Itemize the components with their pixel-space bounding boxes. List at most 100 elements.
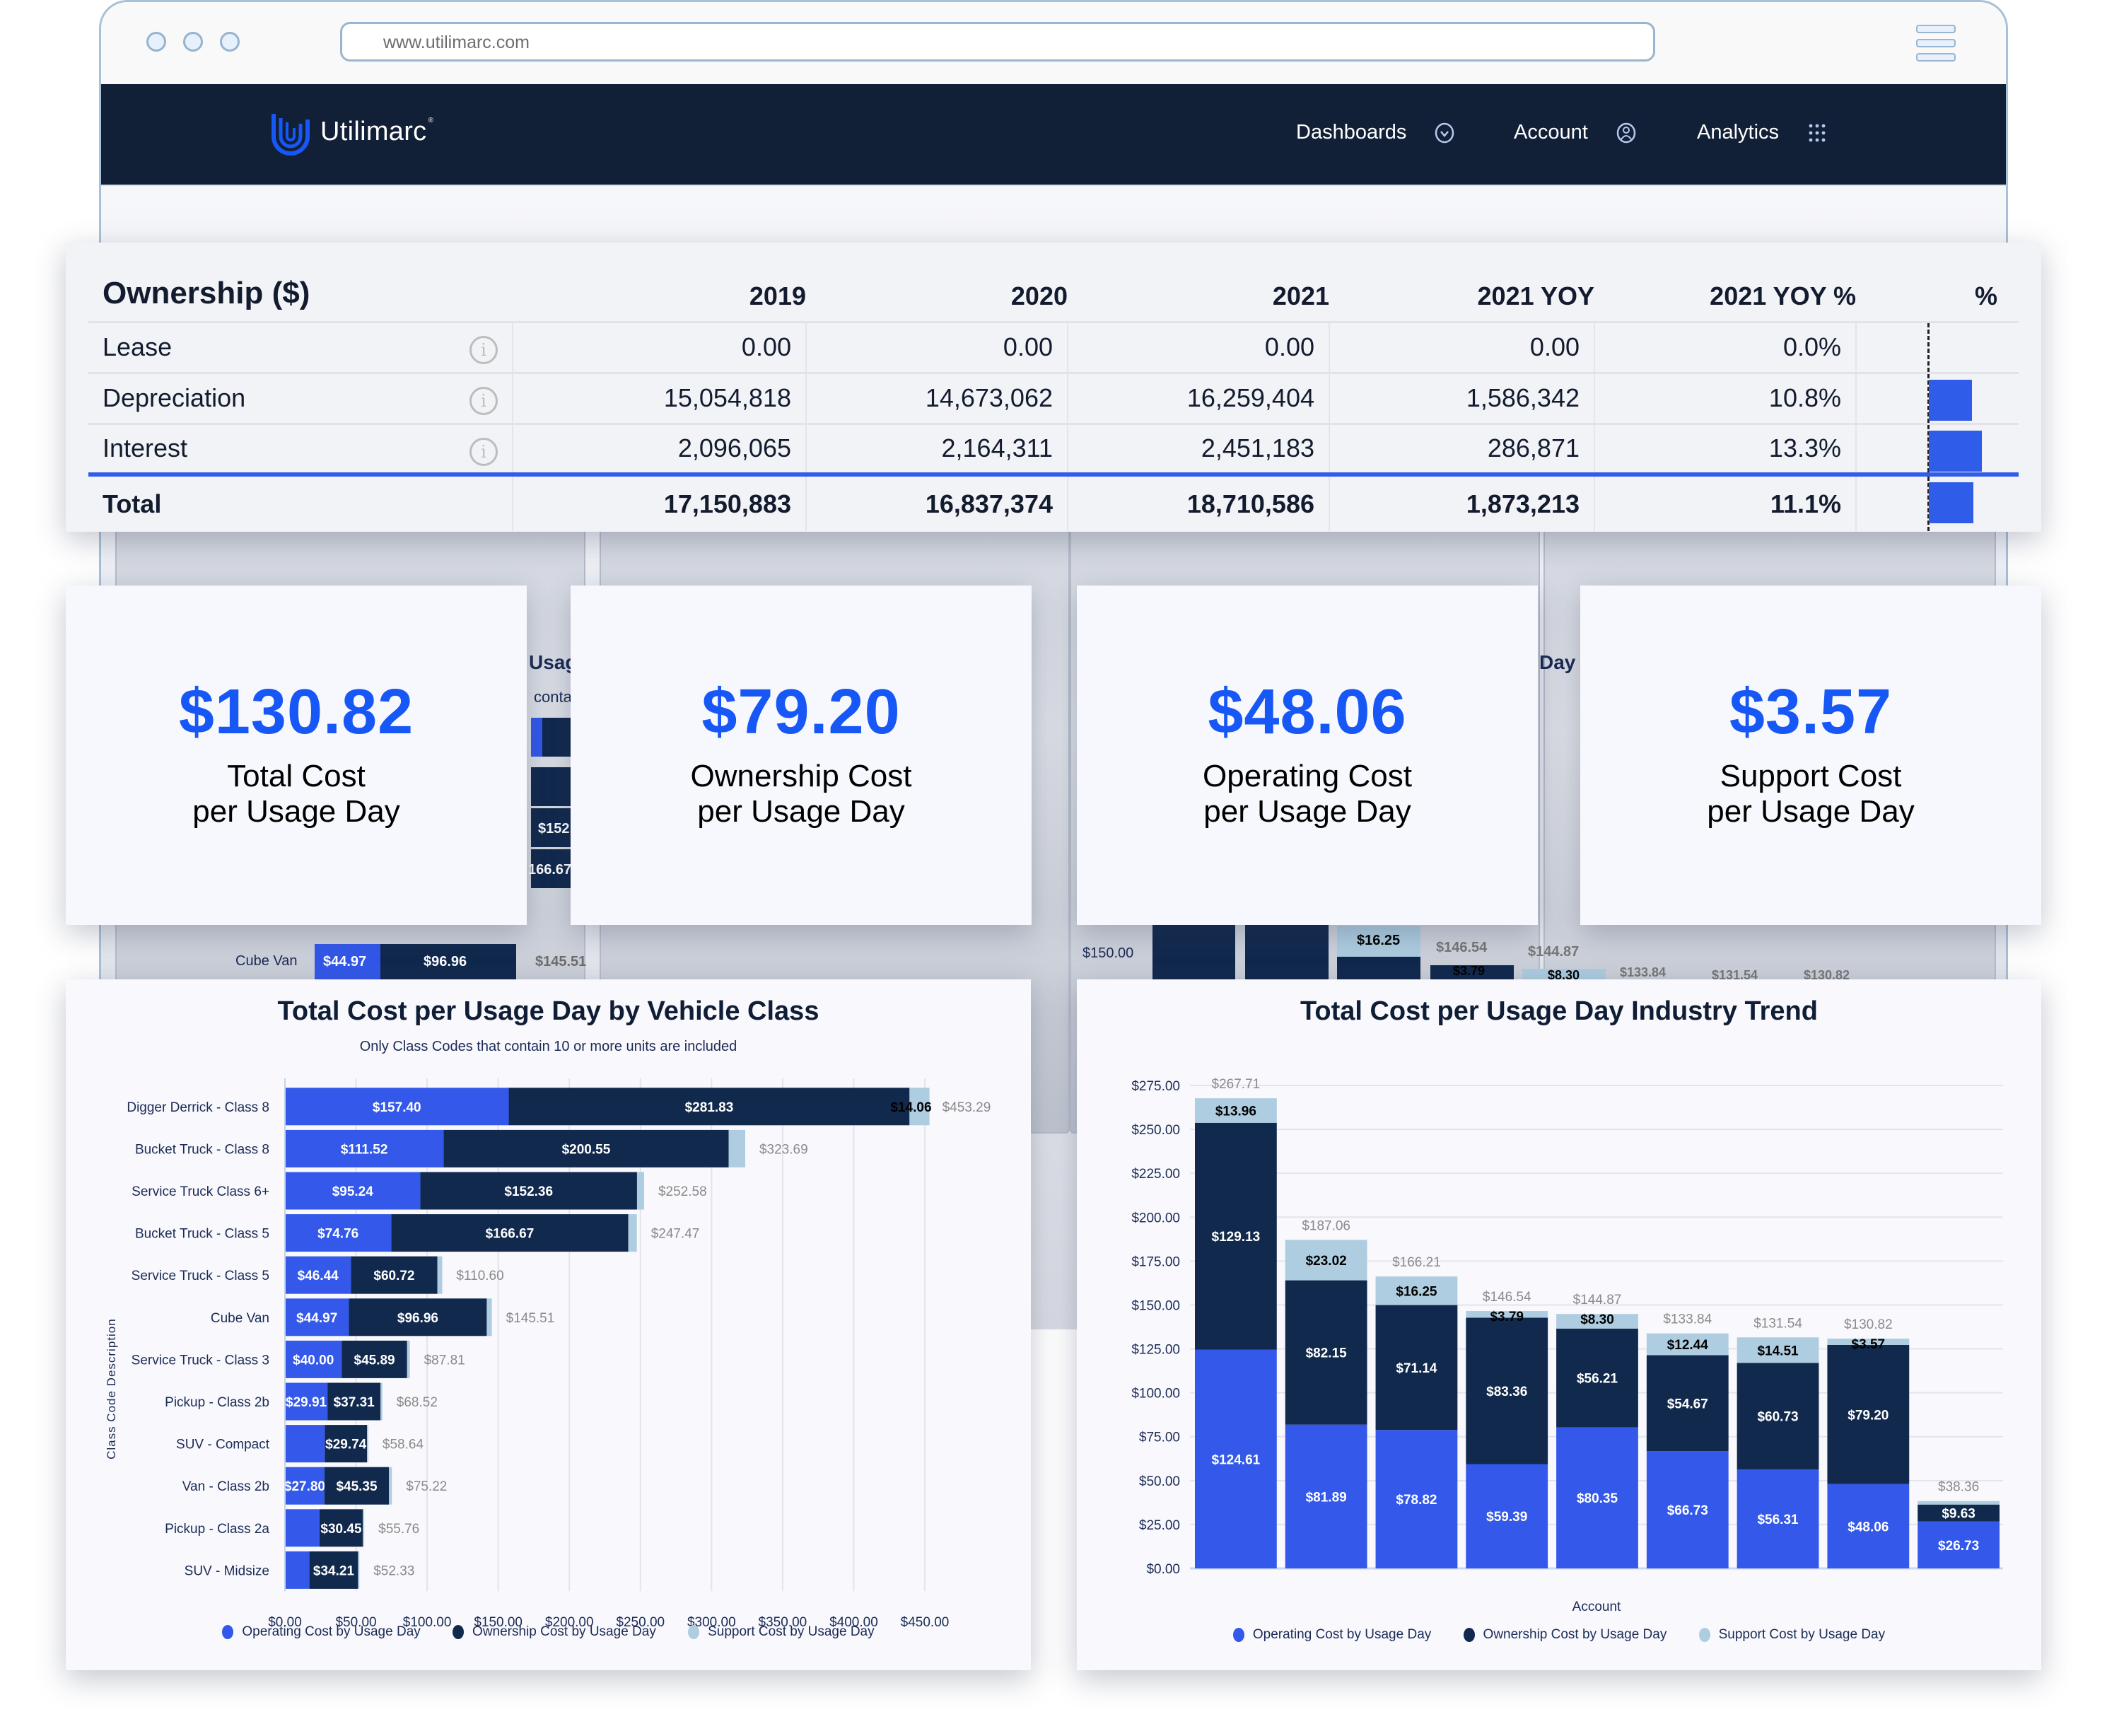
background-bar [1152,925,1235,981]
ownership-table: Ownership ($) 2019 2020 2021 2021 YOY 20… [88,243,2019,531]
y-tick-label: $50.00 [1139,1474,1180,1489]
legend-item-ownership[interactable]: Ownership Cost by Usage Day [453,1624,656,1640]
bar-value-label: $200.55 [562,1142,611,1157]
nav-dashboards[interactable]: Dashboards [1296,121,1454,144]
column-header[interactable]: 2019 [513,243,806,322]
table-cell: 10.8% [1594,371,1856,424]
bar-segment-support [437,1256,443,1294]
row-label: Depreciation i [88,371,513,424]
legend-swatch [1232,1628,1244,1642]
bar-value-label: $95.24 [332,1184,374,1199]
bar-value-label: $45.89 [354,1353,395,1368]
table-total-row: Total 17,150,883 16,837,374 18,710,586 1,873… [88,472,2019,531]
bar-segment-support [728,1129,745,1167]
kpi-label-line: Total Cost [227,759,366,793]
bar-value-label: $14.06 [890,1100,931,1115]
y-tick-label: $0.00 [1146,1562,1180,1577]
bar-total-label: $323.69 [759,1142,808,1157]
utilimarc-logo-icon[interactable] [271,112,310,156]
registered-mark: ® [428,117,434,124]
info-icon[interactable]: i [469,335,498,364]
bar-value-label: $129.13 [1212,1230,1261,1245]
bar-value-label: $78.82 [1396,1493,1437,1508]
hamburger-menu-icon[interactable] [1916,53,1956,62]
column-header[interactable]: 2021 [1068,243,1329,322]
category-label: Service Truck - Class 3 [132,1353,269,1368]
kpi-label: Operating Cost per Usage Day [1077,759,1538,829]
y-tick-label: $175.00 [1131,1254,1180,1269]
legend-item-ownership[interactable]: Ownership Cost by Usage Day [1463,1627,1667,1643]
table-header-row: Ownership ($) 2019 2020 2021 2021 YOY 20… [88,243,2019,322]
background-bar [531,718,542,757]
bar-value-label: $157.40 [373,1100,421,1115]
legend-swatch [222,1625,234,1639]
table-cell: 1,586,342 [1329,371,1594,424]
category-label: Digger Derrick - Class 8 [127,1100,269,1115]
background-chart-title-fragment: Day [1539,651,1576,673]
nav-dashboards-label: Dashboards [1296,121,1407,144]
legend-item-support[interactable]: Support Cost by Usage Day [1698,1627,1885,1643]
row-label: Total [88,472,513,531]
bar-total-label: $453.29 [942,1100,991,1115]
table-cell: 13.3% [1594,422,1856,474]
bar-segment-support [367,1425,368,1463]
row-label: Lease i [88,320,513,373]
info-icon[interactable]: i [469,437,498,466]
bar-value-label: $46.44 [298,1269,339,1283]
table-cell: 0.00 [512,320,806,373]
category-label: Service Truck - Class 5 [132,1269,269,1283]
table-cell: 2,164,311 [805,422,1068,474]
bar-value-label: $16.25 [1396,1284,1437,1299]
background-chart-subtitle-fragment: conta [534,688,572,706]
column-header[interactable]: 2020 [806,243,1068,322]
legend-item-operating[interactable]: Operating Cost by Usage Day [1232,1627,1431,1643]
table-cell: 11.1% [1594,472,1856,531]
background-bar-label: 166.67 [528,862,572,878]
background-axis-label: $150.00 [1082,945,1134,961]
hamburger-menu-icon[interactable] [1916,39,1956,47]
kpi-card-support-cost: $3.57 Support Cost per Usage Day [1580,586,2041,925]
legend-item-operating[interactable]: Operating Cost by Usage Day [222,1624,421,1640]
y-tick-label: $75.00 [1139,1431,1180,1445]
category-label: Cube Van [211,1311,269,1326]
bar-value-label: $124.61 [1212,1452,1261,1467]
bar-total-label: $87.81 [424,1353,465,1368]
bar-value-label: $37.31 [334,1395,375,1410]
pct-bar-cell [1855,320,2019,373]
pct-bar-cell [1855,472,2019,531]
kpi-label-line: per Usage Day [1203,794,1411,829]
hamburger-menu-icon[interactable] [1916,25,1956,33]
table-cell: 2,451,183 [1067,422,1329,474]
table-cell: 16,259,404 [1067,371,1329,424]
bar-value-label: $45.35 [336,1479,378,1494]
bar-value-label: $13.96 [1215,1104,1256,1119]
column-header[interactable]: 2021 YOY [1329,243,1594,322]
bar-segment-operating [285,1551,310,1589]
window-dot-maximize[interactable] [220,32,240,52]
legend-item-support[interactable]: Support Cost by Usage Day [688,1624,875,1640]
kpi-label-line: per Usage Day [697,794,905,829]
info-icon[interactable]: i [469,386,498,415]
nav-analytics[interactable]: Analytics [1697,121,1827,144]
kpi-label: Support Cost per Usage Day [1580,759,2041,829]
bar-value-label: $40.00 [293,1353,334,1368]
column-header[interactable]: % [1856,243,2019,322]
bar-value-label: $80.35 [1577,1491,1618,1506]
window-dot-minimize[interactable] [183,32,203,52]
background-bar-label: $152. [538,821,574,837]
chart-title: Total Cost per Usage Day Industry Trend [1300,996,1818,1026]
table-title: Ownership ($) [103,275,310,310]
column-header[interactable]: 2021 YOY % [1594,243,1856,322]
table-row: Interest i 2,096,065 2,164,311 2,451,183 286,… [88,422,2019,474]
brand-name[interactable]: Utilimarc ® [320,117,433,147]
bar-total-label: $58.64 [383,1438,424,1452]
legend-swatch [688,1625,700,1639]
window-dot-close[interactable] [146,32,166,52]
bar-value-label: $66.73 [1667,1503,1708,1518]
bar-total-label: $75.22 [406,1479,447,1494]
nav-account[interactable]: Account [1514,121,1636,144]
industry-trend-chart-card: Total Cost per Usage Day Industry Trend … [1077,979,2041,1670]
bar-value-label: $82.15 [1306,1346,1348,1361]
bar-value-label: $23.02 [1306,1254,1347,1269]
address-bar[interactable]: www.utilimarc.com [340,22,1655,62]
